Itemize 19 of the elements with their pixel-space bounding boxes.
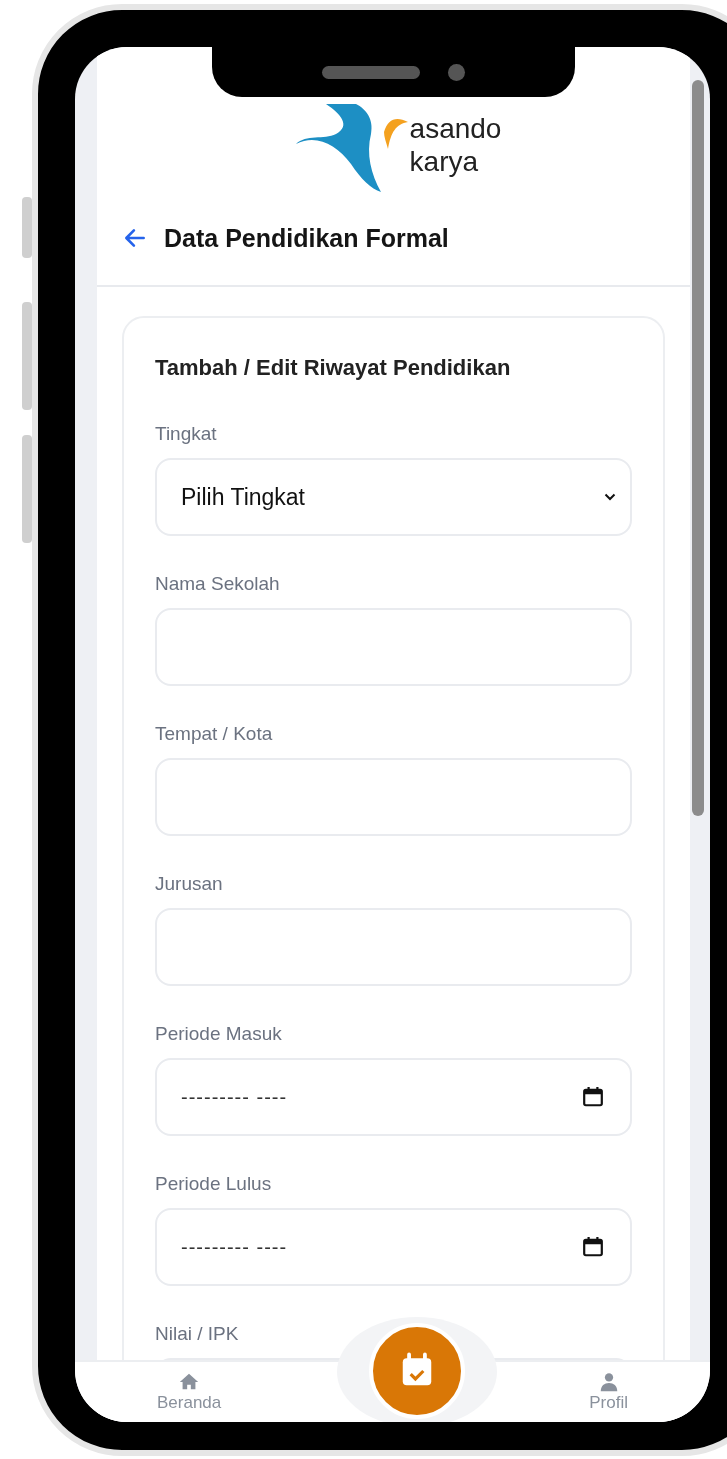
field-label: Tempat / Kota — [155, 722, 274, 746]
field-label: Nilai / IPK — [155, 1322, 240, 1346]
form-title: Tambah / Edit Riwayat Pendidikan — [155, 354, 512, 382]
field-label: Periode Lulus — [155, 1172, 273, 1196]
calendar-icon[interactable] — [582, 1236, 604, 1258]
logo-text: karya — [409, 145, 480, 178]
logo-icon — [295, 104, 408, 192]
date-field[interactable]: --------- ---- — [155, 1058, 632, 1136]
logo-text: asando — [409, 112, 502, 145]
calendar-icon[interactable] — [582, 1086, 604, 1108]
field-label: Tingkat — [155, 422, 218, 446]
field-label: Nama Sekolah — [155, 572, 281, 596]
field-label: Periode Masuk — [155, 1022, 283, 1046]
page-title: Data Pendidikan Formal — [164, 223, 449, 253]
chevron-down-icon — [604, 493, 616, 501]
field-label: Jurusan — [155, 872, 224, 896]
scrollbar-thumb[interactable] — [692, 80, 704, 816]
select-field[interactable]: Pilih Tingkat — [155, 458, 632, 536]
date-field[interactable]: --------- ---- — [155, 1208, 632, 1286]
